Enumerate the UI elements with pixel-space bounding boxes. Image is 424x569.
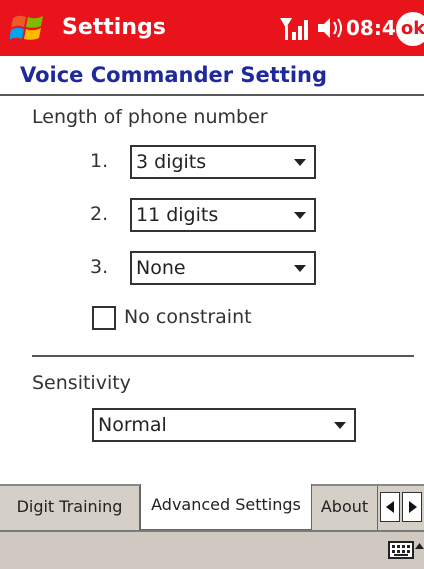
tab-advanced-settings[interactable]: Advanced Settings	[140, 484, 312, 530]
app-title[interactable]: Settings	[62, 10, 166, 46]
sensitivity-dropdown[interactable]: Normal	[92, 408, 356, 442]
row-index: 2.	[90, 203, 109, 225]
tab-digit-training[interactable]: Digit Training	[0, 486, 140, 530]
dropdown-value: Normal	[98, 414, 167, 436]
ok-button[interactable]: ok	[396, 12, 424, 46]
row-index: 1.	[90, 150, 109, 172]
chevron-down-icon	[334, 422, 346, 429]
page-header: Voice Commander Setting	[0, 56, 424, 96]
tab-bar: Digit Training Advanced Settings About	[0, 484, 424, 532]
keyboard-icon[interactable]	[388, 540, 414, 560]
tab-scroll-right-icon	[409, 501, 417, 513]
no-constraint-checkbox[interactable]	[92, 306, 116, 330]
sip-arrow-icon[interactable]	[415, 542, 424, 550]
windows-flag-icon[interactable]	[10, 10, 46, 46]
sensitivity-label: Sensitivity	[32, 372, 131, 394]
no-constraint-label[interactable]: No constraint	[124, 306, 252, 328]
chevron-down-icon	[294, 212, 306, 219]
tab-scroll-left-icon	[386, 501, 394, 513]
phone-length-label: Length of phone number	[32, 106, 268, 128]
tab-scroll-right-button[interactable]	[402, 492, 422, 522]
dropdown-value: None	[136, 257, 186, 279]
dropdown-value: 3 digits	[136, 151, 207, 173]
digits-dropdown-3[interactable]: None	[130, 251, 316, 285]
page-title: Voice Commander Setting	[20, 63, 328, 87]
tab-scroll-left-button[interactable]	[380, 492, 400, 522]
digits-dropdown-1[interactable]: 3 digits	[130, 145, 316, 179]
signal-icon[interactable]	[276, 10, 308, 46]
divider	[32, 355, 414, 357]
volume-icon[interactable]	[316, 10, 344, 46]
row-index: 3.	[90, 256, 109, 278]
chevron-down-icon	[294, 159, 306, 166]
title-bar: Settings 08:44 ok	[0, 0, 424, 56]
tab-about[interactable]: About	[312, 486, 378, 530]
command-bar	[0, 530, 424, 569]
dropdown-value: 11 digits	[136, 204, 219, 226]
digits-dropdown-2[interactable]: 11 digits	[130, 198, 316, 232]
chevron-down-icon	[294, 265, 306, 272]
